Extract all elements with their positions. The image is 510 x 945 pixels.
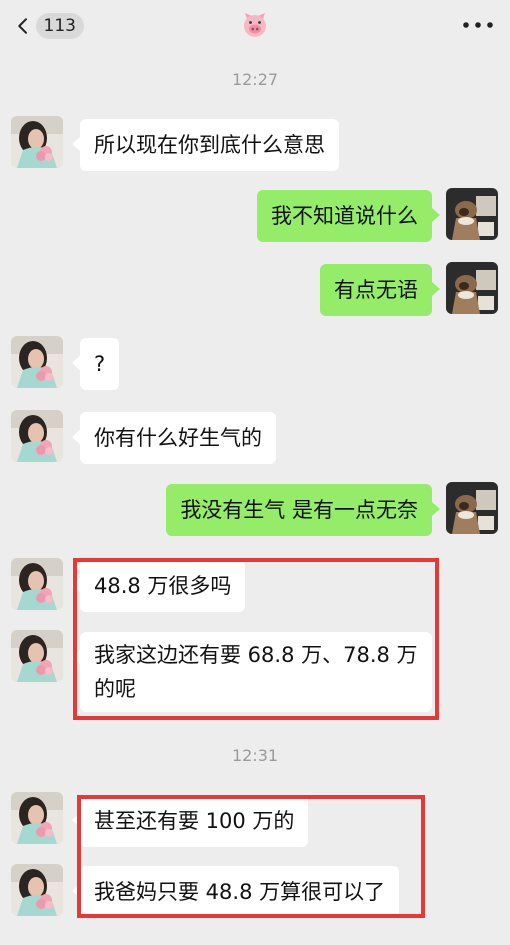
contact-avatar[interactable] [11,864,63,916]
chat-header: 113 [0,0,510,50]
message-text: 我不知道说什么 [271,204,418,228]
unread-count-badge: 113 [35,13,84,39]
message-text: 所以现在你到底什么意思 [94,133,325,157]
message-text: ? [94,352,106,376]
message-text: 你有什么好生气的 [94,426,262,450]
contact-avatar[interactable] [11,116,63,168]
timestamp: 12:31 [231,746,279,765]
message-text: 我没有生气 是有一点无奈 [180,498,418,522]
contact-avatar[interactable] [11,336,63,388]
message-bubble[interactable]: 你有什么好生气的 [72,412,276,464]
message-bubble[interactable]: 所以现在你到底什么意思 [72,119,339,171]
contact-avatar[interactable] [11,792,63,844]
highlight-box [73,558,439,720]
contact-avatar[interactable] [11,558,63,610]
my-avatar[interactable] [446,482,498,534]
my-avatar[interactable] [446,262,498,314]
pig-face-icon [244,13,266,37]
contact-avatar[interactable] [11,410,63,462]
message-bubble[interactable]: 我不知道说什么 [257,190,440,242]
contact-avatar[interactable] [11,630,63,682]
highlight-box [77,795,425,918]
more-dots-icon[interactable] [458,15,498,35]
message-text: 有点无语 [334,278,418,302]
timestamp: 12:27 [231,70,279,89]
message-bubble[interactable]: ? [71,338,120,390]
chevron-left-icon [18,18,28,34]
message-bubble[interactable]: 我没有生气 是有一点无奈 [166,484,440,536]
my-avatar[interactable] [446,188,498,240]
message-bubble[interactable]: 有点无语 [320,264,440,316]
back-button[interactable]: 113 [14,12,84,40]
